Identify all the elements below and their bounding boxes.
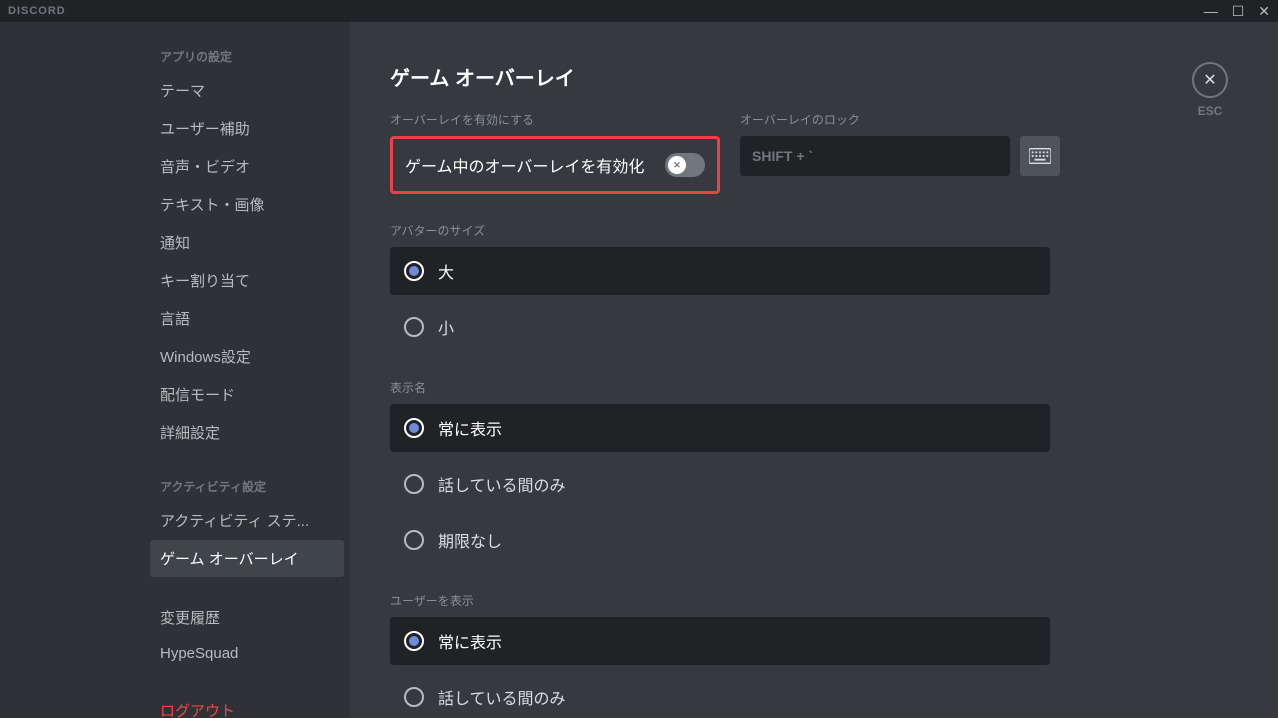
sidebar-item[interactable]: ユーザー補助 [150,110,344,147]
radio-icon [404,261,424,281]
window-controls: — ☐ ✕ [1204,3,1270,20]
radio-option[interactable]: 小 [390,303,1050,351]
radio-icon [404,530,424,550]
radio-icon [404,317,424,337]
sidebar-item[interactable]: HypeSquad [150,637,344,670]
radio-icon [404,474,424,494]
sidebar-item-logout[interactable]: ログアウト [150,692,344,718]
sidebar-item[interactable]: Windows設定 [150,338,344,375]
settings-sidebar: アプリの設定 テーマユーザー補助音声・ビデオテキスト・画像通知キー割り当て言語W… [144,22,350,718]
enable-overlay-toggle-label: ゲーム中のオーバーレイを有効化 [405,153,644,177]
sidebar-item[interactable]: キー割り当て [150,262,344,299]
sidebar-item[interactable]: 通知 [150,224,344,261]
radio-label: 大 [438,259,454,283]
radio-icon [404,631,424,651]
keyboard-button[interactable] [1020,136,1060,176]
page-title: ゲーム オーバーレイ [390,62,1238,91]
radio-option[interactable]: 話している間のみ [390,460,1050,508]
app-brand: DISCORD [8,5,66,17]
overlay-lock-hotkey-input[interactable]: SHIFT + ` [740,136,1010,176]
radio-option[interactable]: 常に表示 [390,404,1050,452]
sidebar-item[interactable]: 詳細設定 [150,414,344,451]
sidebar-item[interactable]: ゲーム オーバーレイ [150,540,344,577]
keyboard-icon [1029,148,1051,164]
close-window-icon[interactable]: ✕ [1258,3,1270,20]
radio-icon [404,687,424,707]
radio-option[interactable]: 大 [390,247,1050,295]
radio-option[interactable]: 常に表示 [390,617,1050,665]
left-gutter [0,22,144,718]
show-users-label: ユーザーを表示 [390,592,1238,609]
radio-option[interactable]: 話している間のみ [390,673,1050,718]
radio-label: 小 [438,315,454,339]
sidebar-item[interactable]: テキスト・画像 [150,186,344,223]
enable-overlay-box: ゲーム中のオーバーレイを有効化 [390,136,720,194]
sidebar-header-app-settings: アプリの設定 [150,42,344,71]
enable-overlay-toggle[interactable] [665,153,705,177]
sidebar-header-activity-settings: アクティビティ設定 [150,472,344,501]
close-esc-label: ESC [1192,104,1228,118]
sidebar-item[interactable]: 配信モード [150,376,344,413]
minimize-icon[interactable]: — [1204,3,1218,20]
overlay-lock-label: オーバーレイのロック [740,111,1060,128]
radio-label: 話している間のみ [438,472,566,496]
close-settings-button[interactable]: ✕ ESC [1192,62,1228,118]
maximize-icon[interactable]: ☐ [1232,3,1245,20]
radio-label: 常に表示 [438,629,502,653]
titlebar: DISCORD — ☐ ✕ [0,0,1278,22]
radio-icon [404,418,424,438]
sidebar-item[interactable]: テーマ [150,72,344,109]
enable-overlay-label: オーバーレイを有効にする [390,111,720,128]
close-icon: ✕ [1192,62,1228,98]
settings-content: ✕ ESC ゲーム オーバーレイ オーバーレイを有効にする ゲーム中のオーバーレ… [350,22,1278,718]
radio-option[interactable]: 期限なし [390,516,1050,564]
avatar-size-label: アバターのサイズ [390,222,1238,239]
radio-label: 常に表示 [438,416,502,440]
sidebar-item[interactable]: 音声・ビデオ [150,148,344,185]
sidebar-item[interactable]: 言語 [150,300,344,337]
radio-label: 話している間のみ [438,685,566,709]
radio-label: 期限なし [438,528,502,552]
sidebar-item[interactable]: 変更履歴 [150,599,344,636]
sidebar-item[interactable]: アクティビティ ステ... [150,502,344,539]
display-name-label: 表示名 [390,379,1238,396]
